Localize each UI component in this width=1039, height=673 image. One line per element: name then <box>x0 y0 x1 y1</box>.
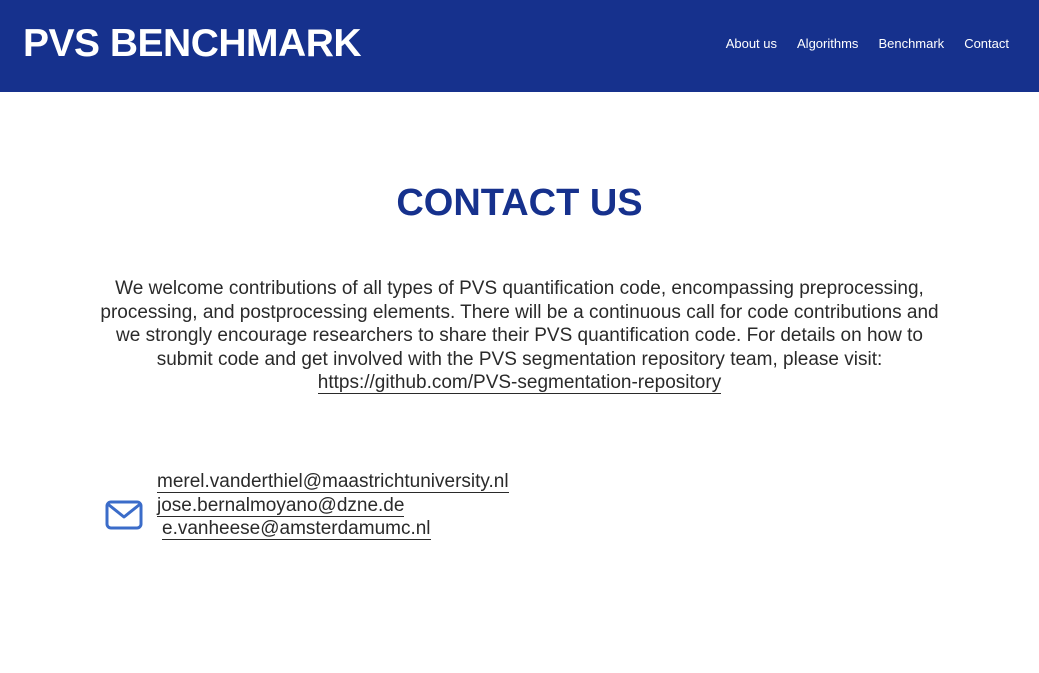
site-title[interactable]: PVS BENCHMARK <box>23 20 362 68</box>
intro-text: We welcome contributions of all types of… <box>100 278 939 370</box>
intro-paragraph: We welcome contributions of all types of… <box>100 277 939 395</box>
email-link-jose[interactable]: jose.bernalmoyano@dzne.de <box>157 494 509 518</box>
nav-contact[interactable]: Contact <box>964 35 1009 53</box>
email-list: merel.vanderthiel@maastrichtuniversity.n… <box>157 470 509 541</box>
email-link-vanheese[interactable]: e.vanheese@amsterdamumc.nl <box>157 517 509 541</box>
nav-about-us[interactable]: About us <box>726 35 777 53</box>
mail-icon <box>105 500 143 530</box>
email-text: e.vanheese@amsterdamumc.nl <box>162 518 431 540</box>
nav-benchmark[interactable]: Benchmark <box>878 35 944 53</box>
page-title: CONTACT US <box>396 182 643 224</box>
main-nav: About us Algorithms Benchmark Contact <box>726 35 1009 53</box>
contact-emails-section: merel.vanderthiel@maastrichtuniversity.n… <box>105 470 705 550</box>
email-text: jose.bernalmoyano@dzne.de <box>157 494 405 517</box>
repository-link[interactable]: https://github.com/PVS-segmentation-repo… <box>317 372 722 395</box>
nav-algorithms[interactable]: Algorithms <box>797 35 858 53</box>
email-link-merel[interactable]: merel.vanderthiel@maastrichtuniversity.n… <box>157 470 509 494</box>
email-text: merel.vanderthiel@maastrichtuniversity.n… <box>157 471 509 493</box>
site-header: PVS BENCHMARK About us Algorithms Benchm… <box>0 0 1039 92</box>
